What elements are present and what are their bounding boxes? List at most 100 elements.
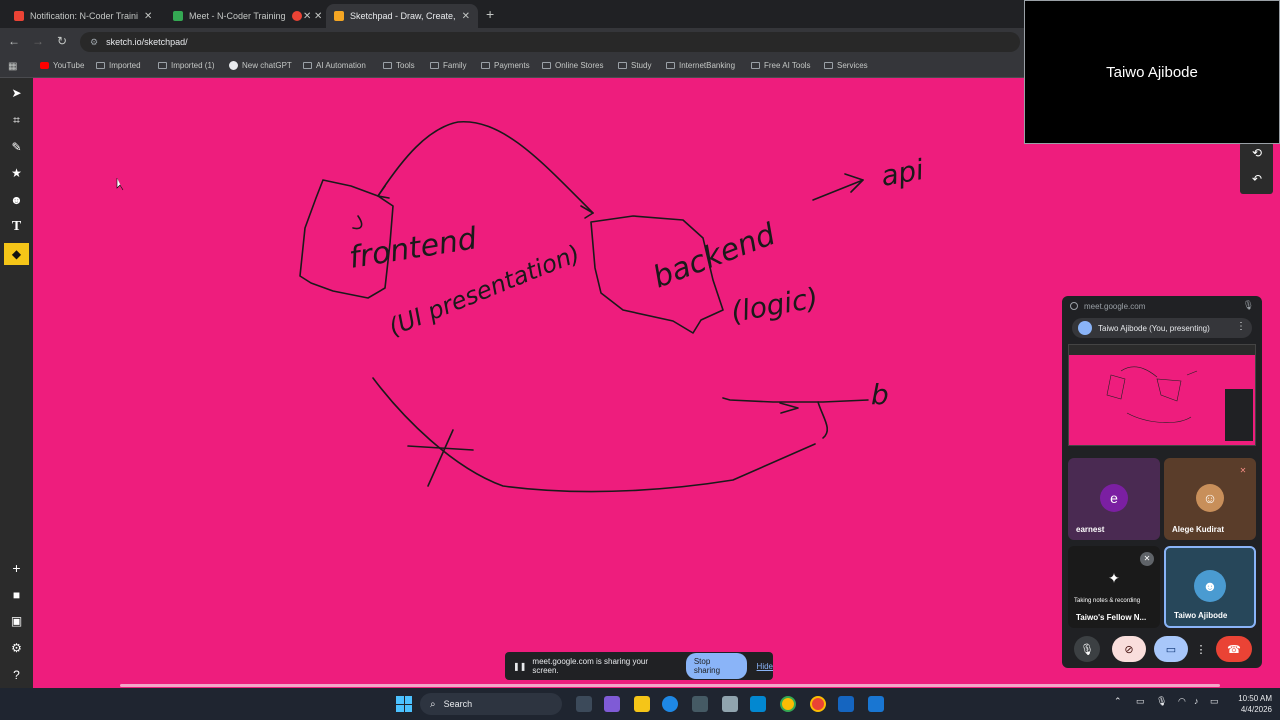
mic-tray-icon[interactable]: 🎙 <box>1156 696 1167 707</box>
bookmark-youtube[interactable]: YouTube <box>40 61 84 70</box>
taskbar-search[interactable]: ⌕ Search <box>420 693 562 715</box>
bookmark-label: Payments <box>494 61 530 70</box>
bookmark-online-stores[interactable]: Online Stores <box>542 61 603 70</box>
task-view-icon[interactable] <box>576 696 592 712</box>
bookmark-label: AI Automation <box>316 61 366 70</box>
windows-start-icon[interactable] <box>396 696 412 712</box>
bookmark-payments[interactable]: Payments <box>481 61 530 70</box>
tab-recording[interactable]: ✕ <box>284 4 330 28</box>
camera-off-icon[interactable]: ⊘ <box>1112 636 1146 662</box>
brush-tool-icon[interactable]: ✎ <box>4 136 29 158</box>
tab-gmail-notification[interactable]: Notification: N-Coder Training ✕ <box>6 4 160 28</box>
bookmark-label: Study <box>631 61 652 70</box>
presenting-banner[interactable]: Taiwo Ajibode (You, presenting) ⋮ <box>1072 318 1252 338</box>
avatar: e <box>1100 484 1128 512</box>
more-options-icon[interactable]: ⋮ <box>1236 321 1246 332</box>
horizontal-scrollbar[interactable] <box>120 684 1220 687</box>
participant-tile-earnest[interactable]: e earnest <box>1068 458 1160 540</box>
emoji-tool-icon[interactable]: ☻ <box>4 189 29 211</box>
clock-date: 4/4/2026 <box>1240 705 1272 714</box>
hide-button[interactable]: Hide <box>757 662 773 671</box>
folder-icon <box>158 62 167 69</box>
participant-tile-taiwo-ajibode[interactable]: ☻ Taiwo Ajibode <box>1164 546 1256 628</box>
close-tab-icon[interactable]: ✕ <box>462 11 470 22</box>
bookmark-ai-automation[interactable]: AI Automation <box>303 61 366 70</box>
copilot-icon[interactable] <box>604 696 620 712</box>
back-icon[interactable]: ← <box>6 34 22 48</box>
volume-icon[interactable]: ♪ <box>1194 696 1199 706</box>
text-tool-icon[interactable]: T <box>4 216 29 238</box>
mic-icon[interactable]: 🎙 <box>1074 636 1100 662</box>
chrome-icon[interactable] <box>780 696 796 712</box>
fill-tool-icon[interactable]: ◆ <box>4 243 29 265</box>
bookmark-internetbanking[interactable]: InternetBanking <box>666 61 735 70</box>
close-tab-icon[interactable]: ✕ <box>144 11 152 22</box>
stop-sharing-button[interactable]: Stop sharing <box>685 653 747 679</box>
folder-icon <box>481 62 490 69</box>
settings-icon[interactable]: ⚙ <box>4 637 29 659</box>
help-icon[interactable]: ? <box>4 664 29 686</box>
sketchpad-icon <box>334 11 344 21</box>
bookmark-services[interactable]: Services <box>824 61 868 70</box>
sketch-logic-label: (logic) <box>728 281 820 329</box>
screen: Notification: N-Coder Training ✕ Meet - … <box>0 0 1280 720</box>
battery-icon[interactable]: ▭ <box>1210 696 1219 707</box>
clock[interactable]: 10:50 AM 4/4/2026 <box>1228 693 1272 715</box>
new-tab-icon[interactable]: + <box>486 6 494 22</box>
chevron-up-icon[interactable]: ⌃ <box>1114 696 1122 707</box>
edge-icon[interactable] <box>662 696 678 712</box>
meet-controls: 🎙 ⊘ ▭ ⋮ ☎ <box>1062 634 1262 664</box>
sketch-frontend-label: frontend <box>347 221 480 276</box>
meet-icon <box>173 11 183 21</box>
bookmark-label: YouTube <box>53 61 85 70</box>
site-info-icon[interactable]: ⚙ <box>90 37 98 48</box>
tab-sketchpad[interactable]: Sketchpad - Draw, Create, Share ✕ <box>326 4 478 28</box>
screen-share-bar: ❚❚ meet.google.com is sharing your scree… <box>505 652 773 680</box>
select-tool-icon[interactable]: ➤ <box>4 82 29 104</box>
record-icon <box>292 11 302 21</box>
folder-icon[interactable]: ■ <box>4 584 29 606</box>
sketchpad-toolbar: ➤ ⌗ ✎ ★ ☻ T ◆ + ■ ▣ ⚙ ? <box>0 78 33 688</box>
bookmark-study[interactable]: Study <box>618 61 651 70</box>
chrome-icon[interactable] <box>810 696 826 712</box>
bookmark-family[interactable]: Family <box>430 61 467 70</box>
apps-grid-icon[interactable]: ▦ <box>8 61 17 72</box>
outlook-icon[interactable] <box>838 696 854 712</box>
folder-icon <box>96 62 105 69</box>
more-options-icon[interactable]: ⋮ <box>1194 636 1208 662</box>
bookmark-new-chatgpt[interactable]: New chatGPT <box>229 61 292 70</box>
add-icon[interactable]: + <box>4 557 29 579</box>
reload-icon[interactable]: ↻ <box>54 34 70 48</box>
participant-status: Taking notes & recording <box>1074 598 1141 604</box>
app-icon[interactable] <box>750 696 766 712</box>
crop-tool-icon[interactable]: ⌗ <box>4 109 29 131</box>
word-icon[interactable] <box>868 696 884 712</box>
tab-title: Sketchpad - Draw, Create, Share <box>350 11 456 21</box>
preview-pip <box>1225 389 1253 441</box>
wifi-icon[interactable]: ◠ <box>1178 696 1186 707</box>
stamp-tool-icon[interactable]: ★ <box>4 162 29 184</box>
store-icon[interactable] <box>692 696 708 712</box>
present-screen-icon[interactable]: ▭ <box>1154 636 1188 662</box>
address-bar[interactable]: ⚙ sketch.io/sketchpad/ <box>80 32 1020 52</box>
bookmark-label: Family <box>443 61 467 70</box>
participant-tile-notetaker[interactable]: ✕ ✦ Taking notes & recording Taiwo's Fel… <box>1068 546 1160 628</box>
undo-icon[interactable]: ↶ <box>1248 172 1266 190</box>
tab-title: Notification: N-Coder Training <box>30 11 138 21</box>
save-icon[interactable]: ▣ <box>4 610 29 632</box>
app-tray-icon[interactable]: ▭ <box>1136 696 1145 707</box>
participant-tile-alege-kudirat[interactable]: ☺ ✕ Alege Kudirat <box>1164 458 1256 540</box>
search-icon: ⌕ <box>430 698 436 710</box>
forward-icon[interactable]: → <box>30 34 46 48</box>
app-icon[interactable] <box>722 696 738 712</box>
bookmark-label: Imported <box>109 61 141 70</box>
bookmark-free-ai-tools[interactable]: Free AI Tools <box>751 61 811 70</box>
participant-name: earnest <box>1076 525 1105 534</box>
bookmark-imported-1[interactable]: Imported (1) <box>158 61 215 70</box>
close-tab-icon[interactable]: ✕ <box>314 11 322 22</box>
file-explorer-icon[interactable] <box>634 696 650 712</box>
end-call-icon[interactable]: ☎ <box>1216 636 1252 662</box>
bookmark-tools[interactable]: Tools <box>383 61 415 70</box>
history-icon[interactable]: ⟲ <box>1248 146 1266 164</box>
bookmark-imported[interactable]: Imported <box>96 61 141 70</box>
